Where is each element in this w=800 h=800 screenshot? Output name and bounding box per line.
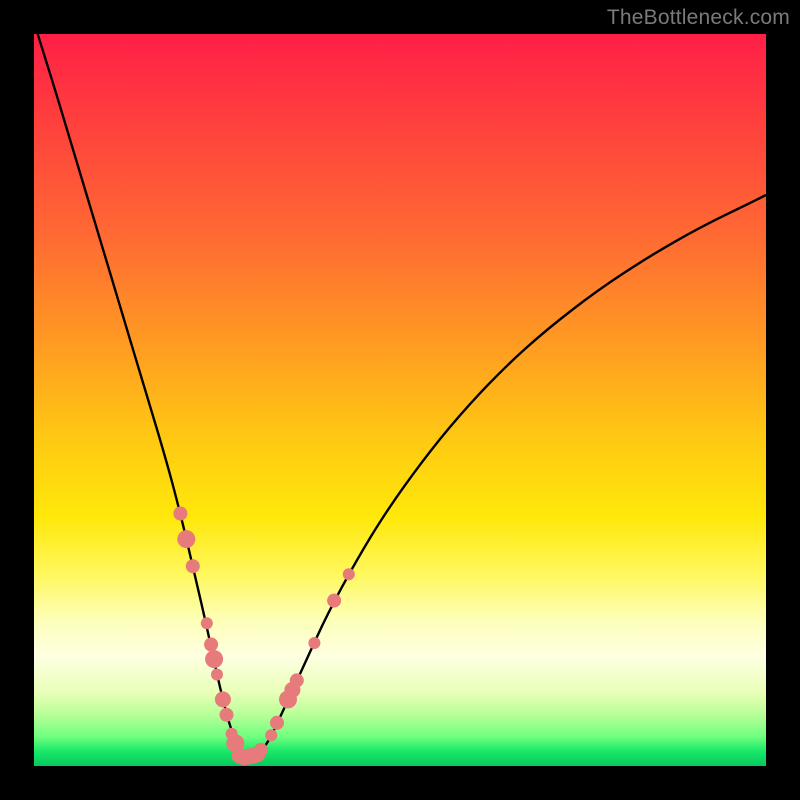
curve-markers bbox=[173, 507, 354, 766]
curve-marker bbox=[265, 729, 277, 741]
curve-marker bbox=[290, 673, 304, 687]
curve-marker bbox=[343, 568, 355, 580]
curve-marker bbox=[254, 743, 268, 757]
curve-marker bbox=[186, 559, 200, 573]
plot-area bbox=[34, 34, 766, 766]
curve-marker bbox=[205, 650, 223, 668]
curve-marker bbox=[201, 617, 213, 629]
curve-marker bbox=[204, 638, 218, 652]
curve-marker bbox=[220, 708, 234, 722]
curve-marker bbox=[211, 669, 223, 681]
curve-marker bbox=[177, 530, 195, 548]
chart-svg bbox=[34, 34, 766, 766]
curve-marker bbox=[215, 691, 231, 707]
bottleneck-curve bbox=[38, 34, 766, 757]
watermark-text: TheBottleneck.com bbox=[607, 6, 790, 30]
curve-marker bbox=[270, 716, 284, 730]
curve-marker bbox=[308, 637, 320, 649]
curve-marker bbox=[327, 594, 341, 608]
curve-marker bbox=[173, 507, 187, 521]
chart-frame: TheBottleneck.com bbox=[0, 0, 800, 800]
